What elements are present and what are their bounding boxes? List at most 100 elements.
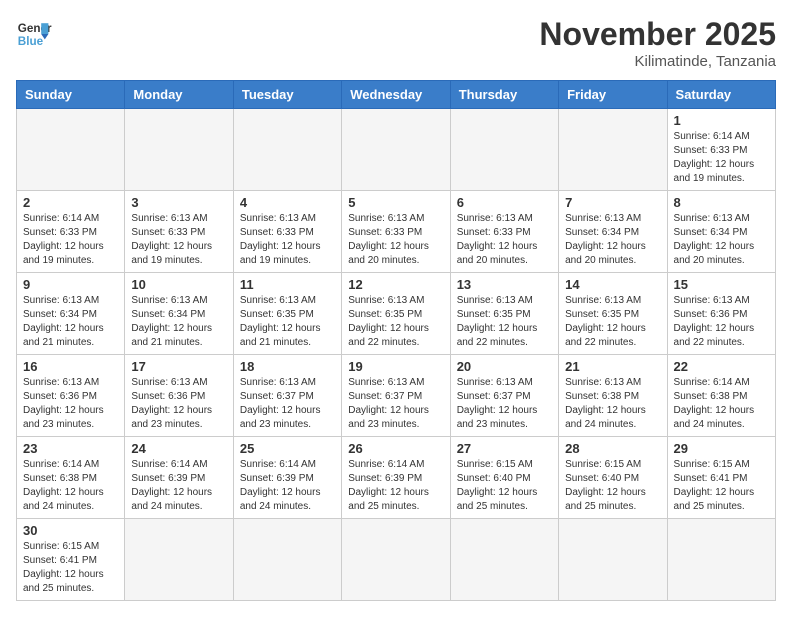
day-number: 23 — [23, 441, 118, 456]
calendar-day-cell — [450, 109, 558, 191]
day-number: 18 — [240, 359, 335, 374]
day-info: Sunrise: 6:13 AM Sunset: 6:35 PM Dayligh… — [348, 294, 443, 350]
day-info: Sunrise: 6:13 AM Sunset: 6:36 PM Dayligh… — [674, 294, 769, 350]
day-number: 8 — [674, 195, 769, 210]
day-number: 5 — [348, 195, 443, 210]
day-number: 15 — [674, 277, 769, 292]
calendar-day-cell: 27Sunrise: 6:15 AM Sunset: 6:40 PM Dayli… — [450, 437, 558, 519]
calendar-day-cell — [342, 109, 450, 191]
day-number: 30 — [23, 523, 118, 538]
calendar-week-row: 23 Sunrise: 6:14 AM Sunset: 6:38 PM Dayli… — [17, 437, 776, 519]
day-number: 2 — [23, 195, 118, 210]
day-number: 25 — [240, 441, 335, 456]
calendar-day-cell — [667, 519, 775, 601]
day-number: 28 — [565, 441, 660, 456]
day-number: 1 — [674, 113, 769, 128]
calendar-week-row: 9Sunrise: 6:13 AM Sunset: 6:34 PM Daylig… — [17, 273, 776, 355]
calendar-day-cell: 2 Sunrise: 6:14 AM Sunset: 6:33 PM Daylig… — [17, 191, 125, 273]
calendar-day-cell: 19 Sunrise: 6:13 AM Sunset: 6:37 PM Dayli… — [342, 355, 450, 437]
day-info: Sunrise: 6:13 AM Sunset: 6:33 PM Dayligh… — [457, 212, 552, 268]
calendar-header-friday: Friday — [559, 81, 667, 109]
day-info: Sunrise: 6:13 AM Sunset: 6:33 PM Dayligh… — [131, 212, 226, 268]
calendar-day-cell: 11 Sunrise: 6:13 AM Sunset: 6:35 PM Dayli… — [233, 273, 341, 355]
calendar-day-cell: 10 Sunrise: 6:13 AM Sunset: 6:34 PM Dayli… — [125, 273, 233, 355]
calendar-day-cell: 26 Sunrise: 6:14 AM Sunset: 6:39 PM Dayli… — [342, 437, 450, 519]
day-info: Sunrise: 6:14 AM Sunset: 6:39 PM Dayligh… — [131, 458, 226, 514]
day-number: 20 — [457, 359, 552, 374]
day-info: Sunrise: 6:14 AM Sunset: 6:33 PM Dayligh… — [23, 212, 118, 268]
day-info: Sunrise: 6:15 AM Sunset: 6:40 PM Dayligh… — [457, 458, 552, 514]
day-number: 10 — [131, 277, 226, 292]
calendar-day-cell: 15 Sunrise: 6:13 AM Sunset: 6:36 PM Dayli… — [667, 273, 775, 355]
day-info: Sunrise: 6:13 AM Sunset: 6:35 PM Dayligh… — [457, 294, 552, 350]
day-number: 11 — [240, 277, 335, 292]
day-info: Sunrise: 6:13 AM Sunset: 6:37 PM Dayligh… — [348, 376, 443, 432]
day-number: 16 — [23, 359, 118, 374]
month-year-title: November 2025 — [539, 16, 776, 53]
day-info: Sunrise: 6:13 AM Sunset: 6:36 PM Dayligh… — [23, 376, 118, 432]
calendar-week-row: 2 Sunrise: 6:14 AM Sunset: 6:33 PM Daylig… — [17, 191, 776, 273]
day-number: 21 — [565, 359, 660, 374]
day-info: Sunrise: 6:13 AM Sunset: 6:35 PM Dayligh… — [240, 294, 335, 350]
calendar-header-sunday: Sunday — [17, 81, 125, 109]
day-info: Sunrise: 6:15 AM Sunset: 6:41 PM Dayligh… — [674, 458, 769, 514]
day-number: 6 — [457, 195, 552, 210]
day-number: 7 — [565, 195, 660, 210]
calendar-day-cell — [559, 109, 667, 191]
day-number: 22 — [674, 359, 769, 374]
calendar-header-wednesday: Wednesday — [342, 81, 450, 109]
day-number: 12 — [348, 277, 443, 292]
calendar-day-cell — [125, 109, 233, 191]
day-number: 14 — [565, 277, 660, 292]
calendar-day-cell — [450, 519, 558, 601]
day-info: Sunrise: 6:13 AM Sunset: 6:33 PM Dayligh… — [348, 212, 443, 268]
calendar-day-cell: 22 Sunrise: 6:14 AM Sunset: 6:38 PM Dayli… — [667, 355, 775, 437]
calendar-table: SundayMondayTuesdayWednesdayThursdayFrid… — [16, 80, 776, 601]
day-info: Sunrise: 6:14 AM Sunset: 6:39 PM Dayligh… — [240, 458, 335, 514]
day-info: Sunrise: 6:14 AM Sunset: 6:38 PM Dayligh… — [674, 376, 769, 432]
svg-text:Blue: Blue — [18, 35, 44, 48]
day-info: Sunrise: 6:13 AM Sunset: 6:34 PM Dayligh… — [23, 294, 118, 350]
calendar-day-cell: 16 Sunrise: 6:13 AM Sunset: 6:36 PM Dayli… — [17, 355, 125, 437]
calendar-header-monday: Monday — [125, 81, 233, 109]
day-info: Sunrise: 6:13 AM Sunset: 6:34 PM Dayligh… — [674, 212, 769, 268]
calendar-day-cell: 30Sunrise: 6:15 AM Sunset: 6:41 PM Dayli… — [17, 519, 125, 601]
calendar-day-cell: 23 Sunrise: 6:14 AM Sunset: 6:38 PM Dayli… — [17, 437, 125, 519]
calendar-day-cell: 28Sunrise: 6:15 AM Sunset: 6:40 PM Dayli… — [559, 437, 667, 519]
day-info: Sunrise: 6:13 AM Sunset: 6:35 PM Dayligh… — [565, 294, 660, 350]
logo: General Blue — [16, 16, 52, 52]
calendar-week-row: 1 Sunrise: 6:14 AM Sunset: 6:33 PM Daylig… — [17, 109, 776, 191]
calendar-day-cell: 5 Sunrise: 6:13 AM Sunset: 6:33 PM Daylig… — [342, 191, 450, 273]
day-info: Sunrise: 6:14 AM Sunset: 6:39 PM Dayligh… — [348, 458, 443, 514]
day-info: Sunrise: 6:13 AM Sunset: 6:37 PM Dayligh… — [240, 376, 335, 432]
day-number: 3 — [131, 195, 226, 210]
day-number: 17 — [131, 359, 226, 374]
calendar-day-cell: 21 Sunrise: 6:13 AM Sunset: 6:38 PM Dayli… — [559, 355, 667, 437]
calendar-day-cell: 4Sunrise: 6:13 AM Sunset: 6:33 PM Daylig… — [233, 191, 341, 273]
day-info: Sunrise: 6:13 AM Sunset: 6:34 PM Dayligh… — [131, 294, 226, 350]
day-number: 13 — [457, 277, 552, 292]
calendar-header-saturday: Saturday — [667, 81, 775, 109]
day-number: 26 — [348, 441, 443, 456]
calendar-day-cell — [125, 519, 233, 601]
calendar-day-cell — [17, 109, 125, 191]
calendar-week-row: 30Sunrise: 6:15 AM Sunset: 6:41 PM Dayli… — [17, 519, 776, 601]
day-info: Sunrise: 6:13 AM Sunset: 6:34 PM Dayligh… — [565, 212, 660, 268]
logo-icon: General Blue — [16, 16, 52, 52]
calendar-day-cell: 13 Sunrise: 6:13 AM Sunset: 6:35 PM Dayli… — [450, 273, 558, 355]
location-subtitle: Kilimatinde, Tanzania — [539, 53, 776, 70]
calendar-day-cell: 14 Sunrise: 6:13 AM Sunset: 6:35 PM Dayli… — [559, 273, 667, 355]
day-info: Sunrise: 6:14 AM Sunset: 6:33 PM Dayligh… — [674, 130, 769, 186]
calendar-day-cell — [559, 519, 667, 601]
calendar-day-cell — [233, 519, 341, 601]
day-info: Sunrise: 6:13 AM Sunset: 6:38 PM Dayligh… — [565, 376, 660, 432]
day-number: 19 — [348, 359, 443, 374]
calendar-day-cell — [342, 519, 450, 601]
calendar-day-cell: 1 Sunrise: 6:14 AM Sunset: 6:33 PM Daylig… — [667, 109, 775, 191]
day-info: Sunrise: 6:14 AM Sunset: 6:38 PM Dayligh… — [23, 458, 118, 514]
day-number: 4 — [240, 195, 335, 210]
calendar-week-row: 16 Sunrise: 6:13 AM Sunset: 6:36 PM Dayli… — [17, 355, 776, 437]
page-header: General Blue November 2025 Kilimatinde, … — [16, 16, 776, 70]
calendar-header-row: SundayMondayTuesdayWednesdayThursdayFrid… — [17, 81, 776, 109]
calendar-day-cell: 3 Sunrise: 6:13 AM Sunset: 6:33 PM Daylig… — [125, 191, 233, 273]
